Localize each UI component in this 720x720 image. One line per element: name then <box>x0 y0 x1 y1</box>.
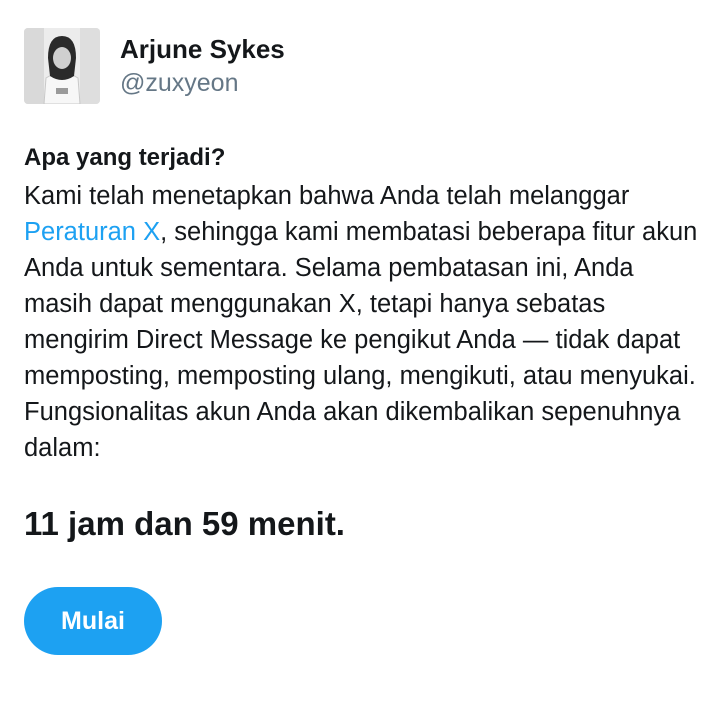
avatar[interactable] <box>24 28 100 104</box>
message-text-start: Kami telah menetapkan bahwa Anda telah m… <box>24 182 630 210</box>
restriction-message: Kami telah menetapkan bahwa Anda telah m… <box>24 178 704 466</box>
message-text-end: , sehingga kami membatasi beberapa fitur… <box>24 218 698 462</box>
avatar-photo-icon <box>24 28 100 104</box>
restriction-countdown: 11 jam dan 59 menit. <box>24 505 345 542</box>
account-header: Arjune Sykes @zuxyeon <box>24 28 285 104</box>
rules-link[interactable]: Peraturan X <box>24 218 160 246</box>
username-handle[interactable]: @zuxyeon <box>120 66 285 100</box>
start-button[interactable]: Mulai <box>24 587 162 655</box>
section-heading: Apa yang terjadi? <box>24 144 226 171</box>
profile-names: Arjune Sykes @zuxyeon <box>120 32 285 100</box>
display-name[interactable]: Arjune Sykes <box>120 32 285 66</box>
